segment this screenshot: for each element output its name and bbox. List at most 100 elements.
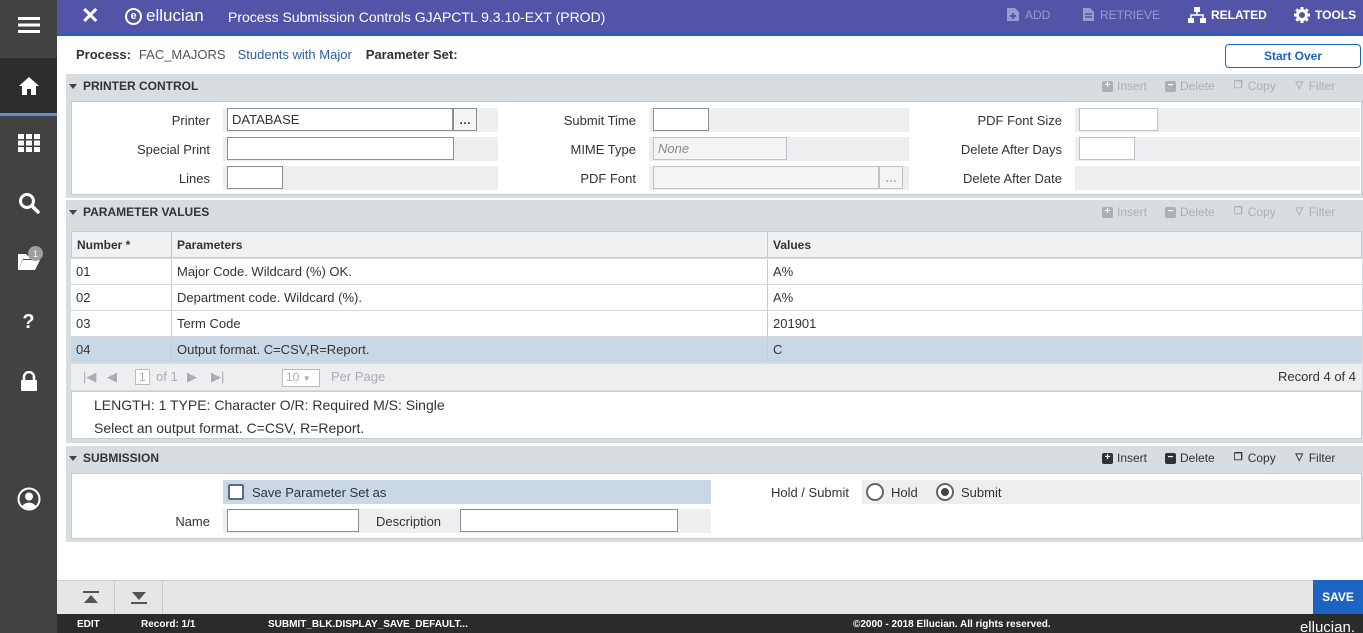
record-count: Record 4 of 4 (1277, 369, 1356, 384)
search-icon[interactable] (0, 178, 57, 228)
pdf-font-input[interactable] (653, 166, 879, 189)
pdf-font-lookup-button[interactable]: … (879, 166, 903, 189)
recent-folder-icon[interactable]: 1 (0, 236, 57, 286)
column-header-parameters[interactable]: Parameters (172, 232, 768, 257)
collapse-triangle-icon[interactable] (69, 209, 77, 215)
row-number: 02 (71, 285, 172, 310)
insert-button[interactable]: + Insert (1102, 205, 1147, 219)
page-number-input[interactable]: 1 (135, 369, 150, 385)
add-label: ADD (1025, 7, 1051, 22)
funnel-icon: ▽ (1295, 80, 1304, 91)
parameter-info-line: LENGTH: 1 TYPE: Character O/R: Required … (94, 397, 445, 413)
close-icon[interactable]: ✕ (81, 5, 99, 27)
table-row[interactable]: 01 Major Code. Wildcard (%) OK. A% (71, 259, 1362, 285)
recent-count-badge: 1 (28, 246, 43, 261)
process-description: Students with Major (237, 47, 352, 62)
process-label: Process: (76, 47, 131, 62)
column-header-number[interactable]: Number * (72, 232, 172, 257)
insert-button[interactable]: + Insert (1102, 79, 1147, 93)
copy-label: Copy (1247, 205, 1276, 219)
copy-button[interactable]: ❐ Copy (1233, 451, 1276, 465)
description-input[interactable] (460, 509, 678, 532)
first-record-icon (82, 591, 99, 603)
lock-icon[interactable] (0, 356, 57, 406)
table-row-selected[interactable]: 04 Output format. C=CSV,R=Report. C (71, 337, 1362, 363)
start-over-button[interactable]: Start Over (1225, 44, 1361, 68)
submission-title: SUBMISSION (83, 451, 160, 465)
copy-label: Copy (1247, 79, 1276, 93)
submit-time-input[interactable] (653, 108, 709, 131)
collapse-triangle-icon[interactable] (69, 455, 77, 461)
insert-button[interactable]: + Insert (1102, 451, 1147, 465)
printer-lookup-button[interactable]: … (453, 108, 477, 131)
filter-button[interactable]: ▽ Filter (1294, 205, 1335, 219)
copy-icon: ❐ (1233, 206, 1243, 217)
filter-button[interactable]: ▽ Filter (1294, 79, 1336, 93)
retrieve-button[interactable]: RETRIEVE (1082, 7, 1160, 22)
funnel-icon: ▽ (1295, 452, 1304, 463)
last-record-button[interactable] (115, 581, 163, 614)
submission-header[interactable]: SUBMISSION + Insert − Delete ❐ Copy ▽ Filter (69, 447, 1361, 469)
related-sitemap-icon (1188, 7, 1206, 23)
first-page-icon[interactable]: |◀ (83, 369, 96, 385)
home-icon[interactable] (0, 58, 57, 116)
status-mode: EDIT (77, 619, 100, 630)
parameter-values-title: PARAMETER VALUES (83, 205, 210, 219)
hold-radio[interactable] (866, 483, 884, 501)
copy-button[interactable]: ❐ Copy (1233, 205, 1276, 219)
save-parameter-set-checkbox[interactable] (228, 484, 244, 500)
parameter-values-header[interactable]: PARAMETER VALUES + Insert − Delete ❐ Copy ▽… (69, 201, 1361, 223)
filter-label: Filter (1308, 79, 1336, 93)
hold-label: Hold (891, 485, 918, 500)
previous-page-icon[interactable]: ◀ (107, 369, 117, 385)
save-parameter-set-label: Save Parameter Set as (252, 485, 387, 500)
row-value[interactable]: A% (768, 285, 1362, 310)
status-bar: EDIT Record: 1/1 SUBMIT_BLK.DISPLAY_SAVE… (57, 614, 1363, 633)
lines-input[interactable] (227, 166, 283, 189)
status-field: SUBMIT_BLK.DISPLAY_SAVE_DEFAULT... (268, 619, 468, 630)
column-header-values[interactable]: Values (768, 232, 1363, 257)
add-button[interactable]: ADD (1006, 7, 1050, 22)
apps-grid-icon[interactable] (0, 118, 57, 168)
plus-icon: + (1102, 452, 1113, 464)
user-profile-icon[interactable] (0, 474, 57, 524)
last-page-icon[interactable]: ▶| (211, 369, 224, 385)
filter-button[interactable]: ▽ Filter (1294, 451, 1335, 465)
delete-label: Delete (1180, 205, 1215, 219)
delete-button[interactable]: − Delete (1165, 205, 1215, 219)
name-label: Name (175, 514, 210, 529)
pdf-font-size-input[interactable] (1079, 108, 1158, 131)
tools-label: TOOLS (1315, 8, 1357, 22)
copyright: ©2000 - 2018 Ellucian. All rights reserv… (853, 619, 1051, 630)
parameter-help-line: Select an output format. C=CSV, R=Report… (94, 420, 365, 436)
save-button[interactable]: SAVE (1313, 580, 1363, 614)
delete-after-days-input[interactable] (1079, 137, 1135, 160)
menu-icon[interactable] (0, 0, 57, 50)
help-icon[interactable]: ? (0, 297, 57, 347)
first-record-button[interactable] (67, 581, 115, 614)
row-number: 03 (71, 311, 172, 336)
delete-button[interactable]: − Delete (1165, 79, 1215, 93)
name-input[interactable] (227, 509, 359, 532)
next-page-icon[interactable]: ▶ (187, 369, 197, 385)
submit-time-label: Submit Time (563, 113, 636, 128)
special-print-input[interactable] (227, 137, 454, 160)
minus-icon: − (1165, 206, 1177, 218)
table-row[interactable]: 03 Term Code 201901 (71, 311, 1362, 337)
printer-input[interactable]: DATABASE (227, 108, 453, 131)
collapse-triangle-icon[interactable] (69, 83, 77, 89)
row-value[interactable]: A% (768, 259, 1362, 284)
per-page-select[interactable]: 10 ▼ (282, 369, 320, 387)
table-row[interactable]: 02 Department code. Wildcard (%). A% (71, 285, 1362, 311)
copy-button[interactable]: ❐ Copy (1233, 79, 1276, 93)
mime-type-input[interactable]: None (653, 137, 787, 160)
parameter-values-actions: + Insert − Delete ❐ Copy ▽ Filter (1102, 205, 1335, 219)
delete-button[interactable]: − Delete (1165, 451, 1215, 465)
tools-button[interactable]: TOOLS (1294, 7, 1356, 23)
row-value[interactable]: 201901 (768, 311, 1362, 336)
row-value[interactable]: C (768, 337, 1362, 362)
submit-radio[interactable] (936, 483, 954, 501)
related-button[interactable]: RELATED (1188, 7, 1267, 23)
header-accent-line (57, 33, 1363, 36)
printer-control-header[interactable]: PRINTER CONTROL + Insert − Delete ❐ Copy ▽ F… (69, 75, 1361, 97)
